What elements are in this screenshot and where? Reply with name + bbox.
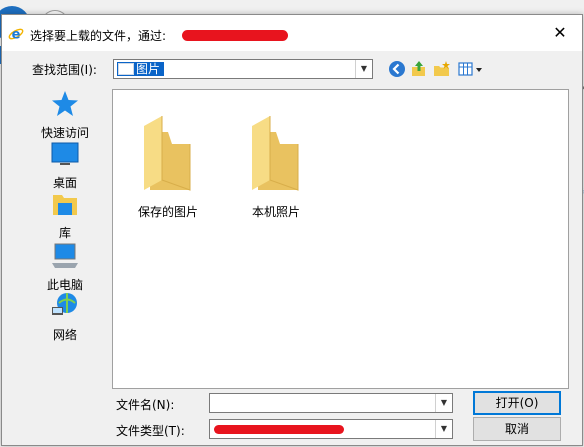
look-in-selected: 图片 [117, 62, 165, 76]
star-icon [52, 91, 78, 116]
place-network[interactable]: 网络 [32, 291, 98, 343]
library-icon [53, 195, 77, 215]
folder-small-icon [118, 63, 134, 75]
places-bar: 快速访问 桌面 库 此电脑 网络 [32, 89, 98, 399]
ie-icon: e [8, 28, 24, 43]
place-this-pc[interactable]: 此电脑 [32, 241, 98, 293]
dialog-titlebar: e 选择要上载的文件，通过: ✕ [2, 15, 582, 51]
svg-text:e: e [12, 28, 21, 43]
file-name-input[interactable] [212, 395, 432, 409]
file-name-combo[interactable]: ▼ [209, 393, 453, 413]
file-type-combo[interactable]: ▼ [209, 419, 453, 439]
folder-icon [252, 116, 299, 191]
title-redaction [182, 30, 288, 41]
place-label: 库 [58, 226, 71, 240]
folder-item[interactable]: 本机照片 [221, 112, 331, 220]
look-in-combo[interactable]: 图片 ▼ [113, 59, 373, 79]
folder-item[interactable]: 保存的图片 [113, 112, 223, 220]
place-library[interactable]: 库 [32, 189, 98, 241]
folder-name: 保存的图片 [137, 205, 198, 219]
computer-icon [52, 243, 78, 268]
view-menu-icon[interactable] [458, 60, 484, 78]
new-folder-icon[interactable] [433, 60, 451, 78]
file-list[interactable]: 保存的图片 本机照片 [112, 89, 569, 389]
look-in-value: 图片 [136, 62, 161, 76]
file-name-label: 文件名(N): [116, 398, 175, 412]
folder-icon [144, 116, 191, 191]
file-type-label: 文件类型(T): [116, 424, 185, 438]
chevron-down-icon[interactable]: ▼ [355, 60, 372, 78]
look-in-label: 查找范围(I): [32, 63, 97, 77]
file-upload-dialog: e 选择要上载的文件，通过: ✕ 查找范围(I): 图片 ▼ 快速访问 桌面 库… [1, 14, 583, 446]
back-arrow-icon[interactable] [388, 60, 406, 78]
open-button[interactable]: 打开(O) [473, 391, 561, 415]
close-button[interactable]: ✕ [550, 23, 570, 43]
chevron-down-icon[interactable]: ▼ [435, 394, 452, 412]
file-type-redaction [214, 425, 344, 434]
dialog-title: 选择要上载的文件，通过: [30, 29, 167, 43]
up-folder-icon[interactable] [410, 60, 428, 78]
place-quick-access[interactable]: 快速访问 [32, 89, 98, 141]
cancel-button[interactable]: 取消 [473, 417, 561, 441]
folder-name: 本机照片 [251, 205, 300, 219]
place-label: 网络 [52, 328, 77, 342]
network-icon [52, 293, 77, 315]
dialog-body: 查找范围(I): 图片 ▼ 快速访问 桌面 库 此电脑 网络 保存的图片 本机照… [2, 51, 582, 445]
chevron-down-icon[interactable]: ▼ [435, 420, 452, 438]
desktop-icon [51, 142, 79, 165]
place-desktop[interactable]: 桌面 [32, 139, 98, 191]
